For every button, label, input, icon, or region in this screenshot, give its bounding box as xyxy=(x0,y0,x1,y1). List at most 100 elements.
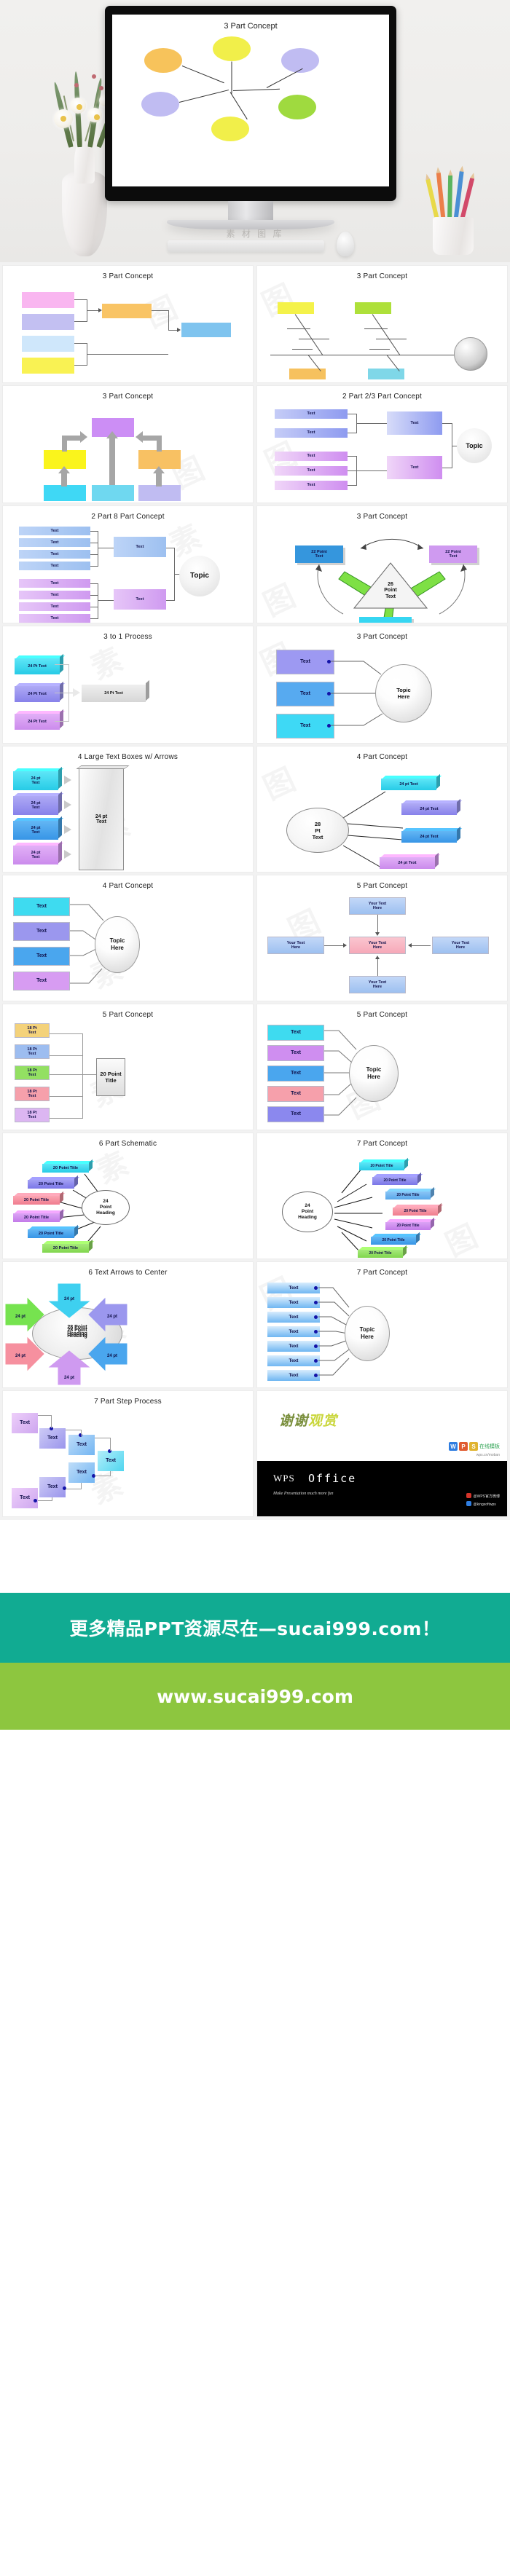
hero-connector xyxy=(230,92,248,120)
concept-box-mid xyxy=(102,304,152,318)
schematic-box: 20 Point Title xyxy=(13,1208,66,1222)
cycle-arcs xyxy=(315,538,467,623)
node-box: Text xyxy=(114,589,166,610)
slide-5-part-topic-here[interactable]: 5 Part Concept 图 Text Text Text Text Tex… xyxy=(257,1004,507,1130)
hero-connector xyxy=(178,90,230,103)
slide-4-part-topic-here[interactable]: 4 Part Concept 素 Text Text Text Text Top… xyxy=(3,875,253,1001)
leaf-box: Text xyxy=(275,409,348,419)
slide-4-large-text-boxes-arrows[interactable]: 4 Large Text Boxes w/ Arrows 素 24 pt Tex… xyxy=(3,747,253,872)
wps-logo-badge: W P S 在线模板 xyxy=(449,1442,500,1451)
hero-bubble-4 xyxy=(141,92,179,117)
leaf-box: Text xyxy=(19,538,90,547)
slide-3-part-arrows-up[interactable]: 3 Part Concept 图 xyxy=(3,386,253,503)
flower-bud xyxy=(92,74,96,79)
slide-7-part-topic-here[interactable]: 7 Part Concept 图 Text Text Text Text Tex… xyxy=(257,1262,507,1387)
arm-box-left: Your Text Here xyxy=(267,937,324,954)
svg-text:24 pt: 24 pt xyxy=(107,1315,117,1319)
leaf-box: Text xyxy=(275,428,348,438)
wps-p-icon: P xyxy=(459,1442,468,1451)
slide-2-part-2-3-part-concept[interactable]: 2 Part 2/3 Part Concept 图 Text Text Text… xyxy=(257,386,507,503)
thank-you-text: 谢谢观赏 xyxy=(279,1414,338,1429)
slide-canvas: 图 xyxy=(257,266,507,382)
leaf-box: Text xyxy=(19,550,90,559)
monitor-screen: 3 Part Concept xyxy=(112,15,389,186)
slide-canvas: 素 Text Text Text Text Text Text Text Tex… xyxy=(3,506,253,623)
topic-ellipse: Topic Here xyxy=(345,1306,390,1361)
center-ellipse: 28 Pt Text xyxy=(286,808,349,853)
slide-3-part-cycle[interactable]: 3 Part Concept 图 xyxy=(257,506,507,623)
radial-box: 20 Point Title xyxy=(371,1232,422,1245)
hero-connector xyxy=(181,66,224,84)
slide-canvas: 谢谢观赏 W P S 在线模板 wps.cn/moban WPS Office … xyxy=(257,1391,507,1516)
center-box: Your Text Here xyxy=(349,937,406,954)
page-root: 3 Part Concept 素 材 图 库 3 Part Concept 3 … xyxy=(0,0,510,1744)
slide-7-part-concept-radial[interactable]: 7 Part Concept 图 24 Point Heading 20 Poi… xyxy=(257,1133,507,1259)
topic-ellipse: Topic Here xyxy=(349,1045,399,1102)
slide-5-part-cross[interactable]: 5 Part Concept 图 Your Text Here Your Tex… xyxy=(257,875,507,1001)
wps-online-label: 在线模板 xyxy=(479,1444,500,1449)
slide-4-part-concept-ellipse[interactable]: 4 Part Concept 图 28 Pt Text 24 pt Text 2… xyxy=(257,747,507,872)
node-box: Text xyxy=(387,411,442,435)
leaf-box: Text xyxy=(19,591,90,599)
flower xyxy=(54,109,73,128)
topic-bubble: Topic xyxy=(179,556,220,596)
slide-canvas: 图 xyxy=(3,266,253,382)
schematic-box: 20 Point Title xyxy=(28,1224,80,1238)
hero-connector xyxy=(266,68,303,88)
slide-3-to-1-process[interactable]: 3 to 1 Process 素 24 Pt Text 24 Pt Text 2… xyxy=(3,626,253,743)
topic-ellipse: Topic Here xyxy=(375,664,432,722)
topic-bubble: Topic xyxy=(457,428,492,463)
band-tagline: Make Presentation much more fun xyxy=(273,1492,334,1496)
slide-thank-you[interactable]: 谢谢观赏 W P S 在线模板 wps.cn/moban WPS Office … xyxy=(257,1391,507,1516)
slide-canvas: 素 20 Point Title 20 Point Title xyxy=(3,1133,253,1259)
radial-box: 20 Point Title xyxy=(359,1157,410,1170)
concept-box xyxy=(22,314,74,330)
footer-banner-teal: 更多精品PPT资源尽在—sucai999.com！ xyxy=(0,1593,510,1663)
input-box: 24 Pt Text xyxy=(15,681,66,702)
concept-box: 18 Pt Text xyxy=(15,1087,50,1101)
slide-canvas: 图 xyxy=(3,386,253,503)
slide-3-part-topic-here[interactable]: 3 Part Concept 图 Text Text Text Topic He… xyxy=(257,626,507,743)
footer-tail xyxy=(0,1730,510,1744)
slide-canvas: 图 22 Point Text xyxy=(257,506,507,623)
footer-banner-green-text: www.sucai999.com xyxy=(157,1685,353,1707)
slide-3-part-fishbone[interactable]: 3 Part Concept 图 xyxy=(257,266,507,382)
schematic-box: 20 Point Title xyxy=(42,1159,95,1173)
concept-box xyxy=(22,292,74,308)
concept-box-out xyxy=(181,323,231,337)
slide-canvas: 素 Text Text Text Text Topic Here xyxy=(3,875,253,1001)
slide-2-part-8-part-concept[interactable]: 2 Part 8 Part Concept 素 Text Text Text T… xyxy=(3,506,253,623)
cycle-center-label: 26 Point Text xyxy=(384,582,397,599)
slide-6-part-schematic[interactable]: 6 Part Schematic 素 20 Point Title xyxy=(3,1133,253,1259)
input-box: 24 pt Text xyxy=(13,840,64,864)
slide-canvas: 图 Text Text Text Topic Here xyxy=(257,626,507,743)
step-box: Text xyxy=(39,1428,66,1449)
radial-box: 20 Point Title xyxy=(372,1172,423,1185)
cycle-node xyxy=(359,617,412,623)
slide-5-part-20-point-title[interactable]: 5 Part Concept 素 18 Pt Text 18 Pt Text 1… xyxy=(3,1004,253,1130)
schematic-box: 20 Point Title xyxy=(13,1191,66,1205)
radial-box: 24 pt Text xyxy=(401,826,463,843)
step-box: Text xyxy=(68,1435,95,1455)
slide-canvas: 素 Text Text Text Text Text Text Text xyxy=(3,1391,253,1516)
fishbone-head xyxy=(278,302,314,314)
radial-box: 20 Point Title xyxy=(393,1202,444,1216)
footer-spacer xyxy=(0,1520,510,1593)
slide-grid: 3 Part Concept 图 xyxy=(0,262,510,1520)
topic-ellipse: Topic Here xyxy=(95,916,140,973)
connectors xyxy=(342,791,404,868)
center-heading: 28 Point Heading xyxy=(67,1325,87,1336)
radial-box: 20 Point Title xyxy=(358,1245,409,1258)
center-ellipse: 24 Point Heading xyxy=(82,1190,130,1225)
flower xyxy=(70,98,86,114)
arm-box-right: Your Text Here xyxy=(432,937,489,954)
band-social: @WPS官方微博 @kingsoftwps xyxy=(466,1493,500,1508)
arm-box-bottom: Your Text Here xyxy=(349,976,406,993)
slide-3-part-concept-boxes[interactable]: 3 Part Concept 图 xyxy=(3,266,253,382)
concept-box xyxy=(22,358,74,374)
hero-bubble-2 xyxy=(213,36,251,61)
weibo-icon xyxy=(466,1493,471,1498)
slide-7-part-step-process[interactable]: 7 Part Step Process 素 Text Text Text Tex… xyxy=(3,1391,253,1516)
pencil-cup-decoration xyxy=(425,168,482,255)
slide-6-text-arrows-to-center[interactable]: 6 Text Arrows to Center 素 28 Point Headi… xyxy=(3,1262,253,1387)
